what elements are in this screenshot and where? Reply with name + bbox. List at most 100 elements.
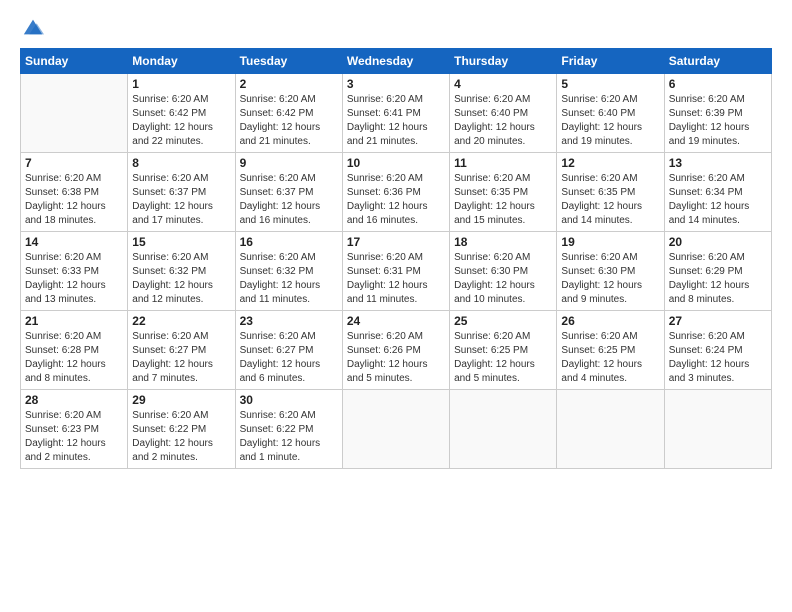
calendar-cell: 22Sunrise: 6:20 AM Sunset: 6:27 PM Dayli… xyxy=(128,311,235,390)
calendar-cell: 28Sunrise: 6:20 AM Sunset: 6:23 PM Dayli… xyxy=(21,390,128,469)
header xyxy=(20,16,772,38)
week-row-5: 28Sunrise: 6:20 AM Sunset: 6:23 PM Dayli… xyxy=(21,390,772,469)
calendar-cell: 11 Sunrise: 6:20 AM Sunset: 6:35 PM Dayli… xyxy=(450,153,557,232)
col-header-sunday: Sunday xyxy=(21,49,128,74)
day-number: 13 xyxy=(669,156,767,170)
day-info: Sunrise: 6:20 AM Sunset: 6:38 PM Dayligh… xyxy=(25,172,123,228)
calendar-cell: 2Sunrise: 6:20 AM Sunset: 6:42 PM Daylig… xyxy=(235,74,342,153)
day-info: Sunrise: 6:20 AM Sunset: 6:27 PM Dayligh… xyxy=(132,330,230,386)
day-number: 16 xyxy=(240,235,338,249)
calendar-cell xyxy=(664,390,771,469)
day-number: 30 xyxy=(240,393,338,407)
calendar-cell: 16 Sunrise: 6:20 AM Sunset: 6:32 PM Dayli… xyxy=(235,232,342,311)
day-number: 15 xyxy=(132,235,230,249)
calendar-cell: 17Sunrise: 6:20 AM Sunset: 6:31 PM Dayli… xyxy=(342,232,449,311)
calendar-cell: 30 Sunrise: 6:20 AM Sunset: 6:22 PM Dayli… xyxy=(235,390,342,469)
week-row-4: 21 Sunrise: 6:20 AM Sunset: 6:28 PM Dayli… xyxy=(21,311,772,390)
day-number: 7 xyxy=(25,156,123,170)
calendar-cell: 25 Sunrise: 6:20 AM Sunset: 6:25 PM Dayli… xyxy=(450,311,557,390)
day-number: 2 xyxy=(240,77,338,91)
day-number: 14 xyxy=(25,235,123,249)
day-number: 26 xyxy=(561,314,659,328)
day-number: 25 xyxy=(454,314,552,328)
day-info: Sunrise: 6:20 AM Sunset: 6:33 PM Dayligh… xyxy=(25,251,123,307)
day-number: 12 xyxy=(561,156,659,170)
calendar-cell xyxy=(342,390,449,469)
day-info: Sunrise: 6:20 AM Sunset: 6:24 PM Dayligh… xyxy=(669,330,767,386)
day-number: 5 xyxy=(561,77,659,91)
day-number: 27 xyxy=(669,314,767,328)
calendar-cell: 20 Sunrise: 6:20 AM Sunset: 6:29 PM Dayli… xyxy=(664,232,771,311)
calendar-cell: 19Sunrise: 6:20 AM Sunset: 6:30 PM Dayli… xyxy=(557,232,664,311)
day-info: Sunrise: 6:20 AM Sunset: 6:29 PM Dayligh… xyxy=(669,251,767,307)
calendar-cell xyxy=(450,390,557,469)
calendar-cell xyxy=(21,74,128,153)
day-info: Sunrise: 6:20 AM Sunset: 6:40 PM Dayligh… xyxy=(454,93,552,149)
day-info: Sunrise: 6:20 AM Sunset: 6:25 PM Dayligh… xyxy=(454,330,552,386)
calendar-cell: 7 Sunrise: 6:20 AM Sunset: 6:38 PM Daylig… xyxy=(21,153,128,232)
week-row-2: 7 Sunrise: 6:20 AM Sunset: 6:38 PM Daylig… xyxy=(21,153,772,232)
calendar-cell: 6 Sunrise: 6:20 AM Sunset: 6:39 PM Daylig… xyxy=(664,74,771,153)
day-info: Sunrise: 6:20 AM Sunset: 6:34 PM Dayligh… xyxy=(669,172,767,228)
day-info: Sunrise: 6:20 AM Sunset: 6:41 PM Dayligh… xyxy=(347,93,445,149)
col-header-tuesday: Tuesday xyxy=(235,49,342,74)
day-info: Sunrise: 6:20 AM Sunset: 6:32 PM Dayligh… xyxy=(132,251,230,307)
calendar-cell: 26 Sunrise: 6:20 AM Sunset: 6:25 PM Dayli… xyxy=(557,311,664,390)
calendar-cell: 9 Sunrise: 6:20 AM Sunset: 6:37 PM Daylig… xyxy=(235,153,342,232)
calendar-cell: 10 Sunrise: 6:20 AM Sunset: 6:36 PM Dayli… xyxy=(342,153,449,232)
calendar-cell: 5Sunrise: 6:20 AM Sunset: 6:40 PM Daylig… xyxy=(557,74,664,153)
calendar-cell: 27 Sunrise: 6:20 AM Sunset: 6:24 PM Dayli… xyxy=(664,311,771,390)
day-info: Sunrise: 6:20 AM Sunset: 6:22 PM Dayligh… xyxy=(240,409,338,465)
day-info: Sunrise: 6:20 AM Sunset: 6:35 PM Dayligh… xyxy=(561,172,659,228)
calendar-cell: 8Sunrise: 6:20 AM Sunset: 6:37 PM Daylig… xyxy=(128,153,235,232)
calendar-header-row: SundayMondayTuesdayWednesdayThursdayFrid… xyxy=(21,49,772,74)
day-number: 19 xyxy=(561,235,659,249)
day-number: 20 xyxy=(669,235,767,249)
day-info: Sunrise: 6:20 AM Sunset: 6:37 PM Dayligh… xyxy=(240,172,338,228)
col-header-monday: Monday xyxy=(128,49,235,74)
calendar-cell: 12 Sunrise: 6:20 AM Sunset: 6:35 PM Dayli… xyxy=(557,153,664,232)
day-number: 23 xyxy=(240,314,338,328)
col-header-saturday: Saturday xyxy=(664,49,771,74)
day-number: 1 xyxy=(132,77,230,91)
day-number: 29 xyxy=(132,393,230,407)
day-number: 9 xyxy=(240,156,338,170)
day-info: Sunrise: 6:20 AM Sunset: 6:28 PM Dayligh… xyxy=(25,330,123,386)
calendar-cell xyxy=(557,390,664,469)
day-number: 3 xyxy=(347,77,445,91)
day-number: 24 xyxy=(347,314,445,328)
day-info: Sunrise: 6:20 AM Sunset: 6:39 PM Dayligh… xyxy=(669,93,767,149)
day-info: Sunrise: 6:20 AM Sunset: 6:25 PM Dayligh… xyxy=(561,330,659,386)
day-info: Sunrise: 6:20 AM Sunset: 6:35 PM Dayligh… xyxy=(454,172,552,228)
day-info: Sunrise: 6:20 AM Sunset: 6:32 PM Dayligh… xyxy=(240,251,338,307)
page: SundayMondayTuesdayWednesdayThursdayFrid… xyxy=(0,0,792,479)
day-number: 21 xyxy=(25,314,123,328)
col-header-thursday: Thursday xyxy=(450,49,557,74)
col-header-wednesday: Wednesday xyxy=(342,49,449,74)
day-info: Sunrise: 6:20 AM Sunset: 6:30 PM Dayligh… xyxy=(454,251,552,307)
day-number: 6 xyxy=(669,77,767,91)
week-row-3: 14 Sunrise: 6:20 AM Sunset: 6:33 PM Dayli… xyxy=(21,232,772,311)
day-info: Sunrise: 6:20 AM Sunset: 6:27 PM Dayligh… xyxy=(240,330,338,386)
week-row-1: 1 Sunrise: 6:20 AM Sunset: 6:42 PM Daylig… xyxy=(21,74,772,153)
calendar-cell: 29Sunrise: 6:20 AM Sunset: 6:22 PM Dayli… xyxy=(128,390,235,469)
calendar-table: SundayMondayTuesdayWednesdayThursdayFrid… xyxy=(20,48,772,469)
day-info: Sunrise: 6:20 AM Sunset: 6:37 PM Dayligh… xyxy=(132,172,230,228)
day-info: Sunrise: 6:20 AM Sunset: 6:42 PM Dayligh… xyxy=(132,93,230,149)
calendar-cell: 24Sunrise: 6:20 AM Sunset: 6:26 PM Dayli… xyxy=(342,311,449,390)
col-header-friday: Friday xyxy=(557,49,664,74)
day-number: 18 xyxy=(454,235,552,249)
calendar-cell: 18 Sunrise: 6:20 AM Sunset: 6:30 PM Dayli… xyxy=(450,232,557,311)
calendar-cell: 4 Sunrise: 6:20 AM Sunset: 6:40 PM Daylig… xyxy=(450,74,557,153)
day-number: 10 xyxy=(347,156,445,170)
calendar-cell: 3 Sunrise: 6:20 AM Sunset: 6:41 PM Daylig… xyxy=(342,74,449,153)
calendar-cell: 1 Sunrise: 6:20 AM Sunset: 6:42 PM Daylig… xyxy=(128,74,235,153)
calendar-cell: 23 Sunrise: 6:20 AM Sunset: 6:27 PM Dayli… xyxy=(235,311,342,390)
calendar-cell: 14 Sunrise: 6:20 AM Sunset: 6:33 PM Dayli… xyxy=(21,232,128,311)
calendar-cell: 21 Sunrise: 6:20 AM Sunset: 6:28 PM Dayli… xyxy=(21,311,128,390)
day-info: Sunrise: 6:20 AM Sunset: 6:31 PM Dayligh… xyxy=(347,251,445,307)
day-number: 11 xyxy=(454,156,552,170)
day-info: Sunrise: 6:20 AM Sunset: 6:36 PM Dayligh… xyxy=(347,172,445,228)
logo xyxy=(20,16,44,38)
day-number: 4 xyxy=(454,77,552,91)
